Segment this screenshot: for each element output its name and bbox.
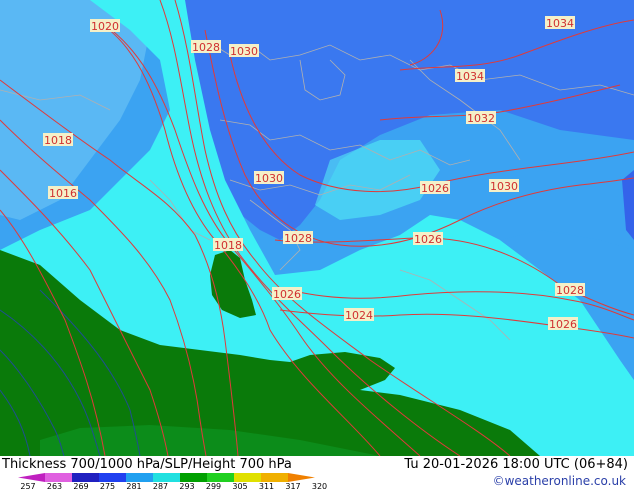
svg-text:1028: 1028 [284,232,312,245]
isobar-label: 1028 [191,40,221,54]
scale-segment [18,473,45,482]
scale-segment [234,473,261,482]
svg-text:1030: 1030 [490,180,518,193]
svg-text:1026: 1026 [273,288,301,301]
svg-text:1026: 1026 [421,182,449,195]
weather-map: 1020 1028 1030 1034 1034 1032 1018 1016 … [0,0,634,456]
isobar-label: 1034 [455,69,485,83]
svg-text:1020: 1020 [91,20,119,33]
svg-text:1034: 1034 [546,17,574,30]
map-footer: Thickness 700/1000 hPa/SLP/Height 700 hP… [0,456,634,492]
scale-ticks: 257 263 269 275 281 287 293 299 305 311 317 320 [0,482,340,492]
svg-text:1016: 1016 [49,187,77,200]
svg-text:1026: 1026 [414,233,442,246]
map-title: Thickness 700/1000 hPa/SLP/Height 700 hP… [2,457,292,472]
isobar-label: 1026 [272,287,302,301]
scale-segment [261,473,288,482]
svg-text:1024: 1024 [345,309,373,322]
svg-text:1034: 1034 [456,70,484,83]
credit-link[interactable]: ©weatheronline.co.uk [493,474,626,488]
scale-segment [126,473,153,482]
isobar-label: 1032 [466,111,496,125]
scale-segment [99,473,126,482]
scale-segment [288,473,315,482]
isobar-label: 1020 [90,19,120,33]
forecast-datetime: Tu 20-01-2026 18:00 UTC (06+84) [404,457,628,472]
svg-text:1018: 1018 [214,239,242,252]
scale-segment [72,473,99,482]
svg-text:1028: 1028 [556,284,584,297]
isobar-label: 1024 [344,308,374,322]
isobar-label: 1026 [548,317,578,331]
isobar-label: 1030 [229,44,259,58]
scale-segment [207,473,234,482]
isobar-label: 1026 [420,181,450,195]
svg-text:1026: 1026 [549,318,577,331]
svg-text:1028: 1028 [192,41,220,54]
isobar-label: 1018 [213,238,243,252]
isobar-label: 1030 [489,179,519,193]
isobar-label: 1018 [43,133,73,147]
isobar-label: 1034 [545,16,575,30]
svg-text:1030: 1030 [230,45,258,58]
scale-segment [45,473,72,482]
svg-text:1030: 1030 [255,172,283,185]
isobar-label: 1026 [413,232,443,246]
isobar-label: 1028 [283,231,313,245]
scale-segment [153,473,180,482]
scale-segment [180,473,207,482]
isobar-label: 1028 [555,283,585,297]
isobar-label: 1030 [254,171,284,185]
isobar-label: 1016 [48,186,78,200]
svg-text:1018: 1018 [44,134,72,147]
color-scale [18,473,315,482]
svg-text:1032: 1032 [467,112,495,125]
